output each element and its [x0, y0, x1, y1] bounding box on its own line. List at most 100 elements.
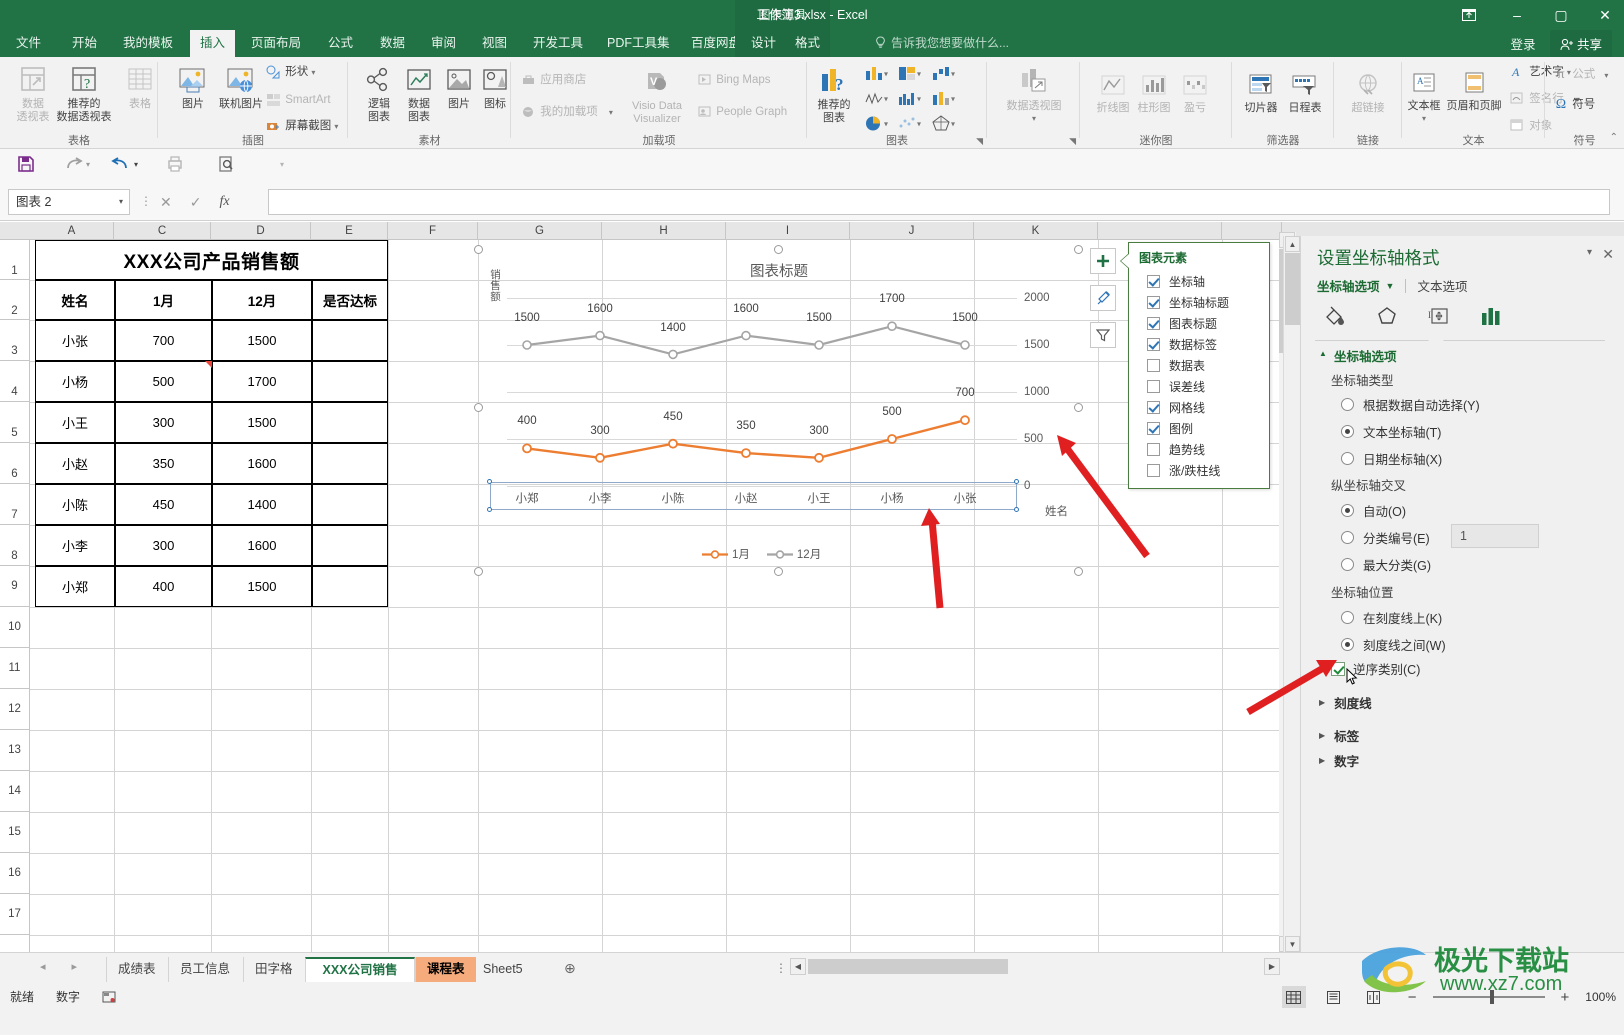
smartart-button[interactable]: SmartArt [266, 93, 331, 108]
column-header-K[interactable]: K [974, 222, 1098, 240]
pane-scroll-down-button[interactable]: ▼ [1285, 936, 1300, 952]
row-header-4[interactable]: 4 [0, 361, 30, 402]
chart-element-chart-title[interactable]: 图表标题 [1129, 313, 1269, 334]
save-button[interactable] [16, 154, 36, 174]
column-header-D[interactable]: D [211, 222, 311, 240]
pane-scroll-thumb[interactable] [1285, 253, 1300, 325]
radio-auto-select-by-data-dot[interactable] [1341, 398, 1354, 411]
tab-text-options[interactable]: 文本选项 [1417, 276, 1467, 295]
close-button[interactable]: ✕ [1594, 7, 1616, 24]
row-header-12[interactable]: 12 [0, 689, 30, 730]
minimize-button[interactable]: – [1506, 7, 1528, 23]
radio-date-axis-dot[interactable] [1341, 452, 1354, 465]
section-labels-arrow-icon[interactable]: ▶ [1319, 731, 1325, 740]
row-header-14[interactable]: 14 [0, 771, 30, 812]
radar-chart-dropdown[interactable]: ▾ [931, 115, 955, 132]
pivot-table-button[interactable]: 数据 透视表 [6, 61, 60, 124]
row-header-9[interactable]: 9 [0, 566, 30, 607]
table-cell-dec-2[interactable]: 1700 [212, 361, 312, 402]
table-cell-name-6[interactable]: 小李 [35, 525, 115, 566]
formula-input[interactable] [268, 189, 1610, 215]
chart-element-trendline[interactable]: 趋势线 [1129, 439, 1269, 460]
share-button[interactable]: 共享 [1549, 30, 1612, 57]
sparkline-winloss-button[interactable]: 盈亏 [1168, 65, 1222, 115]
waterfall-chart-dropdown[interactable]: ▾ [931, 65, 955, 82]
row-header-15[interactable]: 15 [0, 812, 30, 853]
row-header-5[interactable]: 5 [0, 402, 30, 443]
table-cell-jan-3[interactable]: 300 [115, 402, 212, 443]
tab-design[interactable]: 设计 [741, 30, 786, 57]
table-cell-target-3[interactable] [312, 402, 388, 443]
section-tick-marks-arrow-icon[interactable]: ▶ [1319, 698, 1325, 707]
column-header-I[interactable]: I [726, 222, 850, 240]
column-header-F[interactable]: F [388, 222, 478, 240]
checkbox-error-bars[interactable] [1147, 380, 1160, 393]
checkbox-data-labels[interactable] [1147, 338, 1160, 351]
table-cell-jan-7[interactable]: 400 [115, 566, 212, 607]
column-header-C[interactable]: C [114, 222, 211, 240]
table-cell-jan-1[interactable]: 700 [115, 320, 212, 361]
table-cell-jan-2[interactable]: 500 [115, 361, 212, 402]
stock-chart-dropdown[interactable]: ▾ [864, 90, 888, 107]
cell-header-dec[interactable]: 12月 [212, 280, 312, 320]
chart-element-error-bars[interactable]: 误差线 [1129, 376, 1269, 397]
table-cell-target-4[interactable] [312, 443, 388, 484]
x-axis-title[interactable]: 姓名 [1045, 503, 1068, 519]
tab-file[interactable]: 文件 [6, 30, 52, 57]
hierarchy-chart-dropdown[interactable]: ▾ [897, 65, 921, 82]
radio-on-tick-marks[interactable]: 在刻度线上(K) [1341, 608, 1442, 627]
sheet-nav-prev[interactable]: ◂ [40, 960, 46, 973]
tab-insert[interactable]: 插入 [190, 30, 236, 57]
column-header-L[interactable] [1098, 222, 1222, 240]
table-cell-name-3[interactable]: 小王 [35, 402, 115, 443]
people-graph-button[interactable]: People Graph [697, 105, 787, 120]
radio-date-axis[interactable]: 日期坐标轴(X) [1341, 449, 1442, 468]
chart-element-data-table[interactable]: 数据表 [1129, 355, 1269, 376]
table-cell-dec-5[interactable]: 1400 [212, 484, 312, 525]
fx-icon[interactable]: fx [219, 194, 229, 210]
row-header-1[interactable]: 1 [0, 240, 30, 280]
sheet-nav-next[interactable]: ▸ [72, 960, 78, 973]
surface-chart-dropdown[interactable]: ▾ [931, 90, 955, 107]
section-number-arrow-icon[interactable]: ▶ [1319, 756, 1325, 765]
chart-object[interactable]: 图表标题 销售额 1500 1600 1400 1600 1500 1700 1… [474, 245, 1083, 576]
axis-options-chevron-icon[interactable]: ▼ [1386, 281, 1395, 291]
radio-crosses-category-number-dot[interactable] [1341, 531, 1354, 544]
table-cell-name-5[interactable]: 小陈 [35, 484, 115, 525]
redo-button[interactable] [64, 154, 84, 174]
fill-icon[interactable] [1323, 304, 1347, 328]
table-cell-name-4[interactable]: 小赵 [35, 443, 115, 484]
tab-home[interactable]: 开始 [62, 30, 107, 57]
section-labels[interactable]: ▶ 标签 [1319, 726, 1359, 745]
section-collapse-arrow[interactable]: ▲ [1319, 349, 1327, 358]
scatter-chart-dropdown[interactable]: ▾ [897, 115, 921, 132]
axis-handle-bl[interactable] [487, 507, 492, 512]
chart-element-legend[interactable]: 图例 [1129, 418, 1269, 439]
maximize-button[interactable]: ▢ [1550, 7, 1572, 24]
table-cell-name-1[interactable]: 小张 [35, 320, 115, 361]
checkbox-data-table[interactable] [1147, 359, 1160, 372]
pane-scroll-up-button[interactable]: ▲ [1285, 236, 1300, 252]
chart-styles-button[interactable] [1090, 285, 1116, 311]
table-cell-target-6[interactable] [312, 525, 388, 566]
redo-dropdown[interactable]: ▾ [86, 160, 90, 169]
task-pane-scrollbar[interactable]: ▲ ▼ [1283, 236, 1300, 952]
picture-button[interactable]: 图片 [166, 61, 220, 111]
column-chart-dropdown[interactable]: ▾ [864, 65, 888, 82]
normal-view-icon[interactable] [1281, 986, 1306, 1008]
pie-chart-dropdown[interactable]: ▾ [864, 115, 888, 132]
table-cell-target-2[interactable] [312, 361, 388, 402]
column-header-A[interactable]: A [30, 222, 114, 240]
radio-crosses-automatic[interactable]: 自动(O) [1341, 501, 1406, 520]
charts-dialog-launcher[interactable]: ◥ [976, 136, 983, 147]
tab-format[interactable]: 格式 [785, 30, 830, 57]
recommended-charts-button[interactable]: ? 推荐的 图表 [804, 62, 864, 125]
row-header-7[interactable]: 7 [0, 484, 30, 525]
section-number[interactable]: ▶ 数字 [1319, 751, 1359, 770]
radio-crosses-category-number[interactable]: 分类编号(E) [1341, 528, 1430, 547]
horizontal-scroll-thumb[interactable] [808, 959, 1008, 974]
radio-text-axis[interactable]: 文本坐标轴(T) [1341, 422, 1441, 441]
checkbox-reverse-order-row[interactable]: 逆序类别(C) [1331, 659, 1420, 678]
table-cell-dec-3[interactable]: 1500 [212, 402, 312, 443]
tab-developer[interactable]: 开发工具 [523, 30, 593, 57]
